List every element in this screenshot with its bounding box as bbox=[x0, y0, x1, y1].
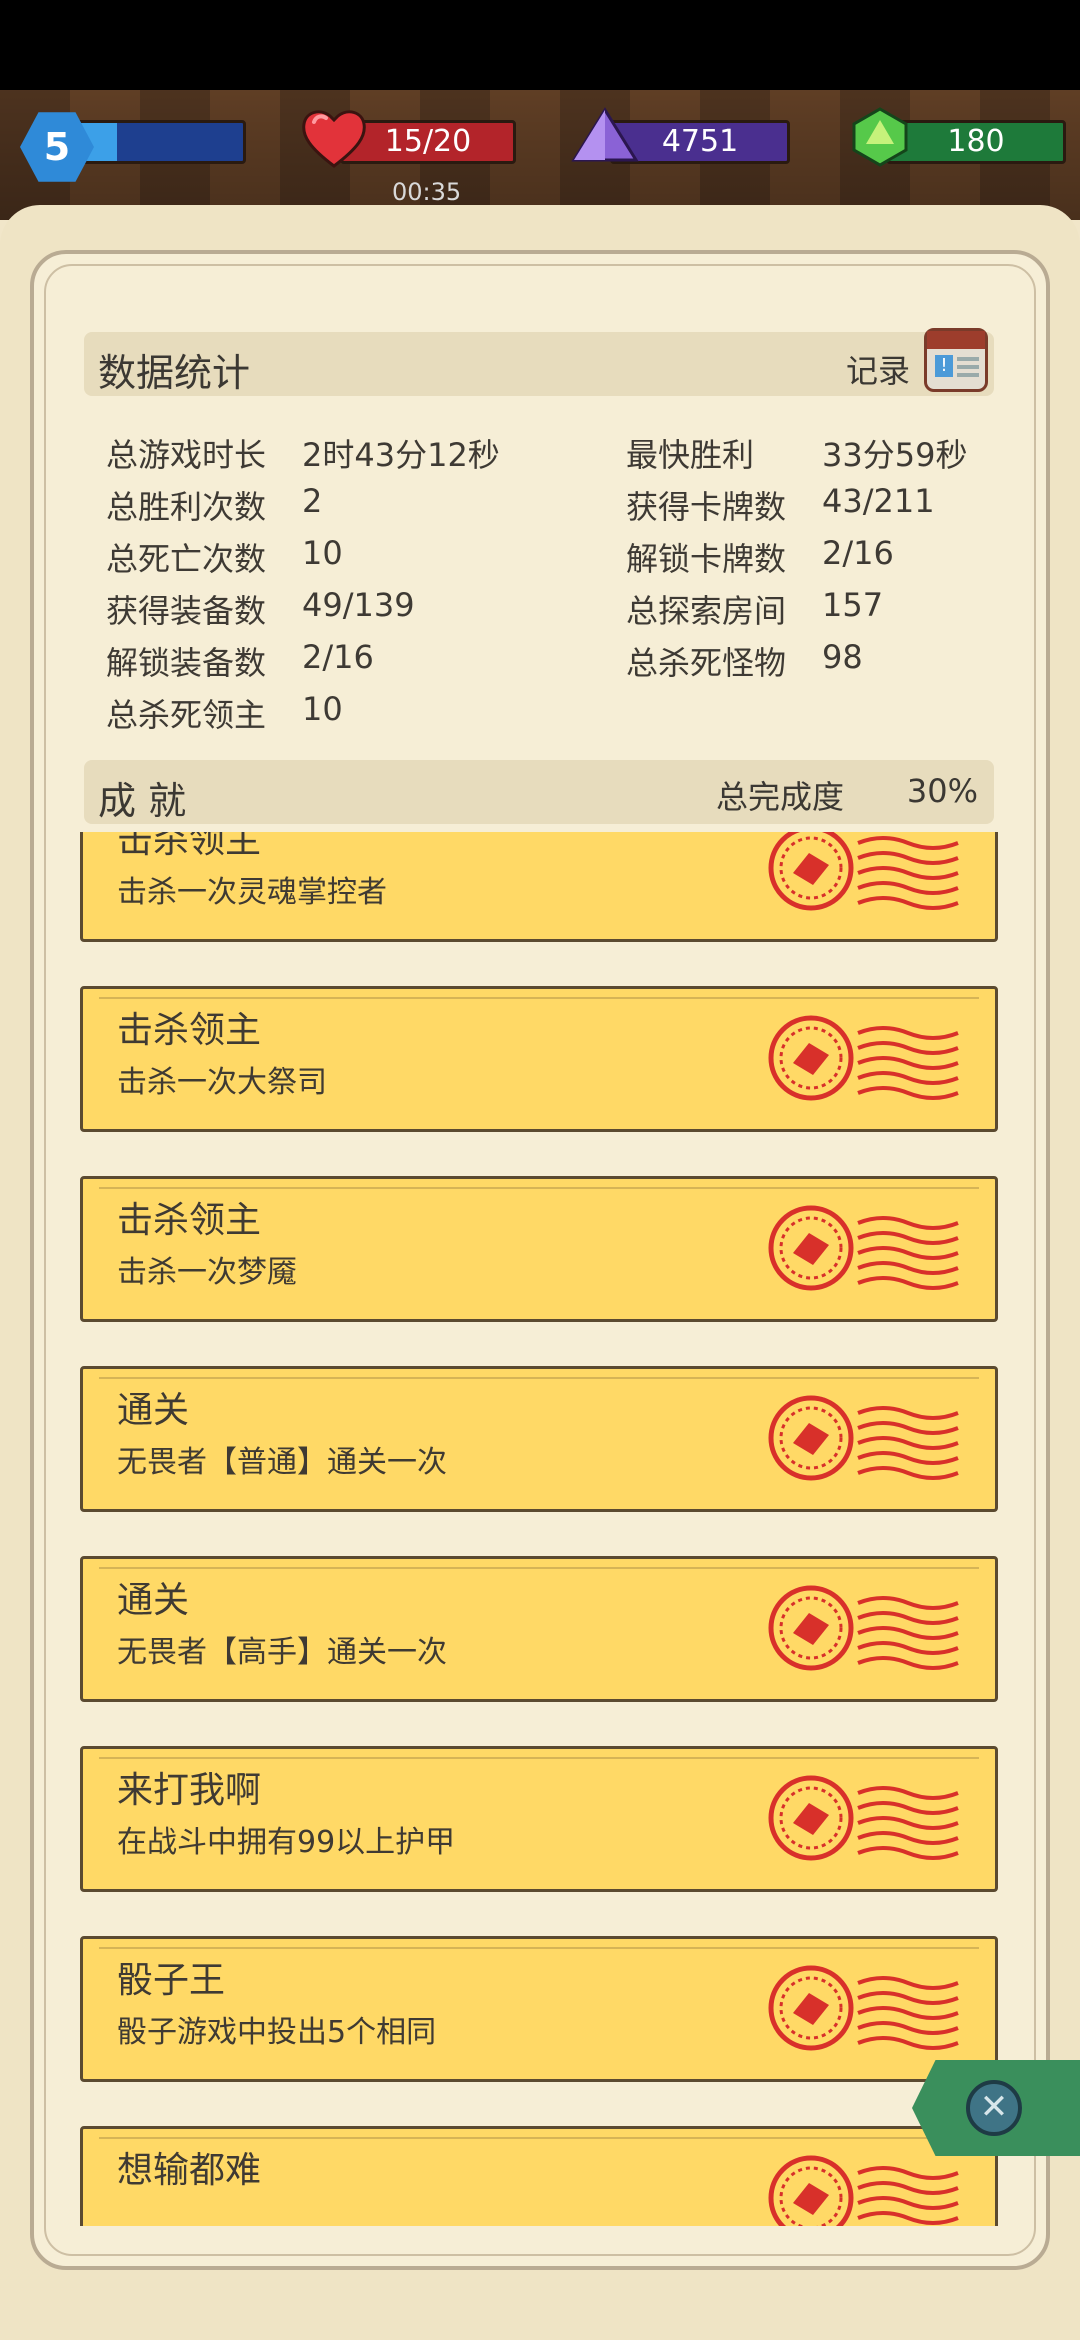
achievement-desc: 击杀一次灵魂掌控者 bbox=[117, 875, 387, 910]
achievement-desc: 无畏者【高手】通关一次 bbox=[117, 1635, 447, 1670]
achievement-card[interactable]: 骰子王 骰子游戏中投出5个相同 bbox=[80, 1936, 998, 2082]
record-book-cover bbox=[927, 331, 985, 349]
achievement-card[interactable]: 击杀领主 击杀一次灵魂掌控者 bbox=[80, 832, 998, 942]
status-bar bbox=[0, 0, 1080, 90]
stat-label: 获得装备数 bbox=[106, 592, 267, 630]
achievement-title: 通关 bbox=[117, 1390, 190, 1431]
stat-value: 2/16 bbox=[302, 638, 374, 676]
stat-label: 总胜利次数 bbox=[106, 488, 267, 526]
achievement-card[interactable]: 想输都难 bbox=[80, 2126, 998, 2226]
completed-stamp-icon bbox=[768, 832, 959, 911]
record-book-lines bbox=[957, 357, 979, 361]
stat-total-play-time: 总游戏时长 2时43分12秒 bbox=[106, 430, 500, 476]
card-edge bbox=[99, 997, 979, 999]
stat-bosses-killed: 总杀死领主 10 bbox=[106, 690, 343, 736]
completion-value: 30% bbox=[906, 772, 978, 810]
stat-label: 最快胜利 bbox=[626, 436, 755, 474]
stat-value: 33分59秒 bbox=[822, 436, 968, 474]
achievement-desc: 无畏者【普通】通关一次 bbox=[117, 1445, 447, 1480]
close-icon[interactable]: ✕ bbox=[966, 2080, 1022, 2136]
stat-cards-obtained: 获得卡牌数 43/211 bbox=[626, 482, 935, 528]
gem-display: 180 bbox=[850, 107, 1066, 167]
stat-monsters-killed: 总杀死怪物 98 bbox=[626, 638, 863, 684]
stat-label: 解锁卡牌数 bbox=[626, 540, 787, 578]
stat-equipment-obtained: 获得装备数 49/139 bbox=[106, 586, 415, 632]
completed-stamp-icon bbox=[768, 1965, 959, 2051]
stat-label: 总游戏时长 bbox=[106, 436, 267, 474]
card-edge bbox=[99, 1187, 979, 1189]
card-edge bbox=[99, 1757, 979, 1759]
stats-title: 数据统计 bbox=[98, 351, 251, 395]
achievement-title: 骰子王 bbox=[117, 1960, 226, 2001]
stat-label: 总死亡次数 bbox=[106, 540, 267, 578]
achievement-title: 击杀领主 bbox=[117, 1010, 262, 1051]
stat-value: 10 bbox=[302, 534, 343, 572]
stat-label: 总杀死领主 bbox=[106, 696, 267, 734]
stat-cards-unlocked: 解锁卡牌数 2/16 bbox=[626, 534, 894, 580]
gem-icon bbox=[852, 107, 908, 167]
stat-value: 157 bbox=[822, 586, 884, 624]
stats-header: 数据统计 记录 ! bbox=[84, 328, 994, 396]
achievement-desc: 骰子游戏中投出5个相同 bbox=[117, 2015, 437, 2050]
stat-total-deaths: 总死亡次数 10 bbox=[106, 534, 343, 580]
achievement-title: 击杀领主 bbox=[117, 1200, 262, 1241]
achievement-title: 击杀领主 bbox=[117, 832, 262, 861]
achievement-card[interactable]: 击杀领主 击杀一次梦魇 bbox=[80, 1176, 998, 1322]
health-display: 15/20 bbox=[300, 110, 520, 168]
achievement-card[interactable]: 通关 无畏者【高手】通关一次 bbox=[80, 1556, 998, 1702]
crystal-display: 4751 bbox=[570, 107, 790, 166]
achievement-title: 通关 bbox=[117, 1580, 190, 1621]
achievement-card[interactable]: 击杀领主 击杀一次大祭司 bbox=[80, 986, 998, 1132]
top-hud: 5 15/20 4751 180 00:35 bbox=[0, 90, 1080, 220]
stat-fastest-win: 最快胜利 33分59秒 bbox=[626, 430, 967, 476]
records-label[interactable]: 记录 bbox=[846, 346, 910, 392]
card-edge bbox=[99, 1567, 979, 1569]
card-edge bbox=[99, 1377, 979, 1379]
stat-label: 总杀死怪物 bbox=[626, 644, 787, 682]
health-value: 15/20 bbox=[384, 124, 472, 159]
heart-icon bbox=[302, 110, 366, 168]
record-book-icon[interactable]: ! bbox=[924, 328, 988, 392]
achievement-desc: 击杀一次梦魇 bbox=[117, 1255, 297, 1290]
stat-total-wins: 总胜利次数 2 bbox=[106, 482, 322, 528]
level-value: 5 bbox=[43, 125, 71, 169]
record-book-mark: ! bbox=[935, 355, 953, 377]
stat-value: 2 bbox=[302, 482, 323, 520]
gem-value: 180 bbox=[947, 124, 1005, 159]
stat-label: 解锁装备数 bbox=[106, 644, 267, 682]
stat-value: 98 bbox=[822, 638, 863, 676]
stat-label: 获得卡牌数 bbox=[626, 488, 787, 526]
completed-stamp-icon bbox=[768, 1205, 959, 1291]
achievement-card[interactable]: 通关 无畏者【普通】通关一次 bbox=[80, 1366, 998, 1512]
gem-bar: 180 bbox=[886, 120, 1066, 164]
achievement-card[interactable]: 来打我啊 在战斗中拥有99以上护甲 bbox=[80, 1746, 998, 1892]
completion-label: 总完成度 bbox=[715, 778, 844, 816]
achievements-title: 成 就 bbox=[98, 779, 187, 823]
completed-stamp-icon bbox=[768, 2155, 959, 2226]
completed-stamp-icon bbox=[768, 1015, 959, 1101]
achievement-title: 来打我啊 bbox=[117, 1770, 262, 1811]
achievement-list[interactable]: 击杀领主 击杀一次灵魂掌控者 击杀领主 击杀一次大祭司 击杀领主 击杀一次梦魇 bbox=[80, 832, 1000, 2226]
stat-equipment-unlocked: 解锁装备数 2/16 bbox=[106, 638, 374, 684]
completed-stamp-icon bbox=[768, 1395, 959, 1481]
stat-label: 总探索房间 bbox=[626, 592, 787, 630]
stat-value: 10 bbox=[302, 690, 343, 728]
completed-stamp-icon bbox=[768, 1585, 959, 1671]
completed-stamp-icon bbox=[768, 1775, 959, 1861]
achievement-title: 想输都难 bbox=[117, 2150, 262, 2191]
stat-value: 2/16 bbox=[822, 534, 894, 572]
stat-value: 49/139 bbox=[302, 586, 415, 624]
achievement-desc: 击杀一次大祭司 bbox=[117, 1065, 327, 1100]
crystal-value: 4751 bbox=[661, 124, 739, 159]
stat-rooms-explored: 总探索房间 157 bbox=[626, 586, 883, 632]
card-edge bbox=[99, 2137, 979, 2139]
achievements-header: 成 就 总完成度 30% bbox=[84, 760, 994, 824]
crystal-icon bbox=[571, 107, 639, 162]
stat-value: 2时43分12秒 bbox=[302, 436, 500, 474]
stat-value: 43/211 bbox=[822, 482, 935, 520]
card-edge bbox=[99, 1947, 979, 1949]
achievement-desc: 在战斗中拥有99以上护甲 bbox=[117, 1825, 456, 1860]
timer-text: 00:35 bbox=[392, 178, 462, 206]
